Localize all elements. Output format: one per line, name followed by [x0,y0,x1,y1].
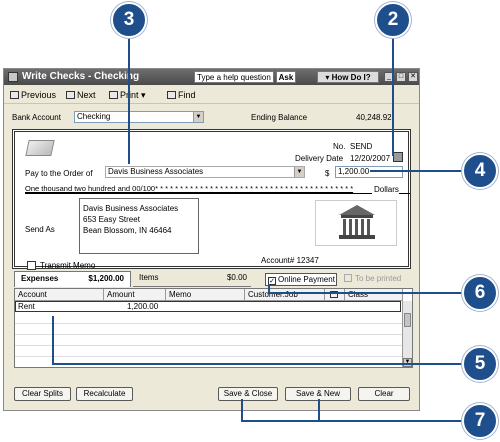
to-be-printed-control[interactable]: To be printed [344,274,401,283]
expenses-grid: Account Amount Memo Customer:Job Class R… [14,288,413,368]
window-app-icon [8,72,18,82]
table-row[interactable]: Rent 1,200.00 [15,301,401,312]
find-button[interactable]: Find [167,90,196,100]
amount-words: One thousand two hundred and 00/100* * *… [25,184,410,194]
row-divider [15,345,403,346]
recalculate-button[interactable]: Recalculate [76,387,133,401]
col-header-amount[interactable]: Amount [104,289,166,301]
check-no-value[interactable]: SEND [350,142,372,151]
callout-3-line [128,34,130,164]
grid-scrollbar[interactable]: ▼ [402,301,412,367]
delivery-date-value[interactable]: 12/20/2007 [350,154,390,163]
maximize-button[interactable]: □ [396,72,406,82]
row-divider [15,323,403,324]
callout-6-line-h [268,292,464,294]
callout-2-line [392,34,394,156]
address-line: Davis Business Associates [83,204,179,213]
col-header-account[interactable]: Account [15,289,104,301]
printer-icon [109,91,118,99]
row-divider [15,334,403,335]
to-be-printed-label: To be printed [355,274,402,283]
row-amount[interactable]: 1,200.00 [127,302,158,311]
payee-select[interactable]: Davis Business Associates ▼ [105,166,305,178]
callout-7-line-v2 [318,399,320,421]
title-bar: Write Checks - Checking Type a help ques… [4,69,419,85]
tab-expenses-label: Expenses [21,274,59,283]
bank-building-icon [315,200,397,246]
next-icon [66,91,75,99]
tab-expenses-value: $1,200.00 [88,274,124,283]
check-logo-icon [25,140,55,156]
tab-items-label: Items [139,273,159,282]
account-number: Account# 12347 [261,256,319,265]
previous-button[interactable]: Previous [10,90,56,100]
address-box[interactable]: Davis Business Associates 653 Easy Stree… [79,198,199,254]
address-line: 653 Easy Street [83,215,140,224]
ending-balance-value: 40,248.92 [356,113,392,122]
toolbar: Previous Next Print ▾ Find [4,86,419,104]
scroll-thumb[interactable] [404,313,411,327]
next-button[interactable]: Next [66,90,96,100]
save-close-button[interactable]: Save & Close [218,387,278,401]
row-divider [15,356,403,357]
callout-5-line-h [52,363,464,365]
currency-symbol: $ [325,169,330,178]
row-account[interactable]: Rent [18,302,35,311]
online-payment-label: Online Payment [278,275,335,284]
ask-button[interactable]: Ask [276,71,296,83]
find-icon [167,91,176,99]
help-search-input[interactable]: Type a help question [194,71,274,83]
clear-button[interactable]: Clear [358,387,410,401]
online-payment-control[interactable]: ✓ Online Payment [265,273,337,286]
transmit-memo-checkbox[interactable] [27,261,36,270]
how-do-i-button[interactable]: ▾ How Do I? [317,71,379,83]
callout-7-line-h [241,420,463,422]
amount-words-text: One thousand two hundred and 00/100* * *… [25,184,354,193]
clear-splits-button[interactable]: Clear Splits [14,387,71,401]
ending-balance-label: Ending Balance [251,113,308,122]
close-button[interactable]: ✕ [408,72,418,82]
callout-5: 5 [462,346,498,382]
callout-3: 3 [111,2,147,38]
previous-label: Previous [21,90,57,100]
pay-to-label: Pay to the Order of [25,169,93,178]
find-label: Find [178,90,196,100]
callout-4: 4 [462,153,498,189]
delivery-date-label: Delivery Date [295,154,344,163]
callout-6: 6 [462,275,498,311]
chevron-down-icon: ▼ [193,112,203,122]
next-label: Next [77,90,96,100]
col-header-class[interactable]: Class [345,289,403,301]
callout-5-line-v [52,316,54,364]
col-header-customer-job[interactable]: Customer:Job [245,289,325,301]
bank-account-label: Bank Account [12,113,61,122]
callout-7-line-v1 [241,399,243,421]
col-header-billable-icon[interactable] [325,289,345,301]
amount-field[interactable]: 1,200.00 [335,166,403,178]
transmit-memo-label: Transmit Memo [40,261,96,270]
callout-2: 2 [375,2,411,38]
previous-icon [10,91,19,99]
bank-account-value: Checking [77,112,111,121]
dollars-label: Dollars [372,185,399,194]
check-no-label: No. [333,142,346,151]
tab-items-value: $0.00 [226,273,247,282]
window-title: Write Checks - Checking [22,71,140,82]
payee-value: Davis Business Associates [108,167,204,176]
calendar-icon[interactable] [393,152,403,162]
chevron-down-icon: ▼ [294,167,304,177]
tab-expenses[interactable]: Expenses $1,200.00 [14,271,131,287]
check-form: No. SEND Delivery Date 12/20/2007 Pay to… [12,129,411,270]
chevron-down-icon: ▾ [141,90,146,100]
callout-4-line [370,170,462,172]
write-checks-window: Write Checks - Checking Type a help ques… [3,68,420,411]
bank-account-select[interactable]: Checking ▼ [74,111,204,123]
callout-7: 7 [462,403,498,439]
tab-items[interactable]: Items $0.00 [133,271,251,287]
address-line: Bean Blossom, IN 46464 [83,226,172,235]
to-be-printed-checkbox[interactable] [344,274,352,282]
col-header-memo[interactable]: Memo [166,289,245,301]
how-do-i-label: How Do I? [331,73,371,82]
send-as-label: Send As [25,225,55,234]
